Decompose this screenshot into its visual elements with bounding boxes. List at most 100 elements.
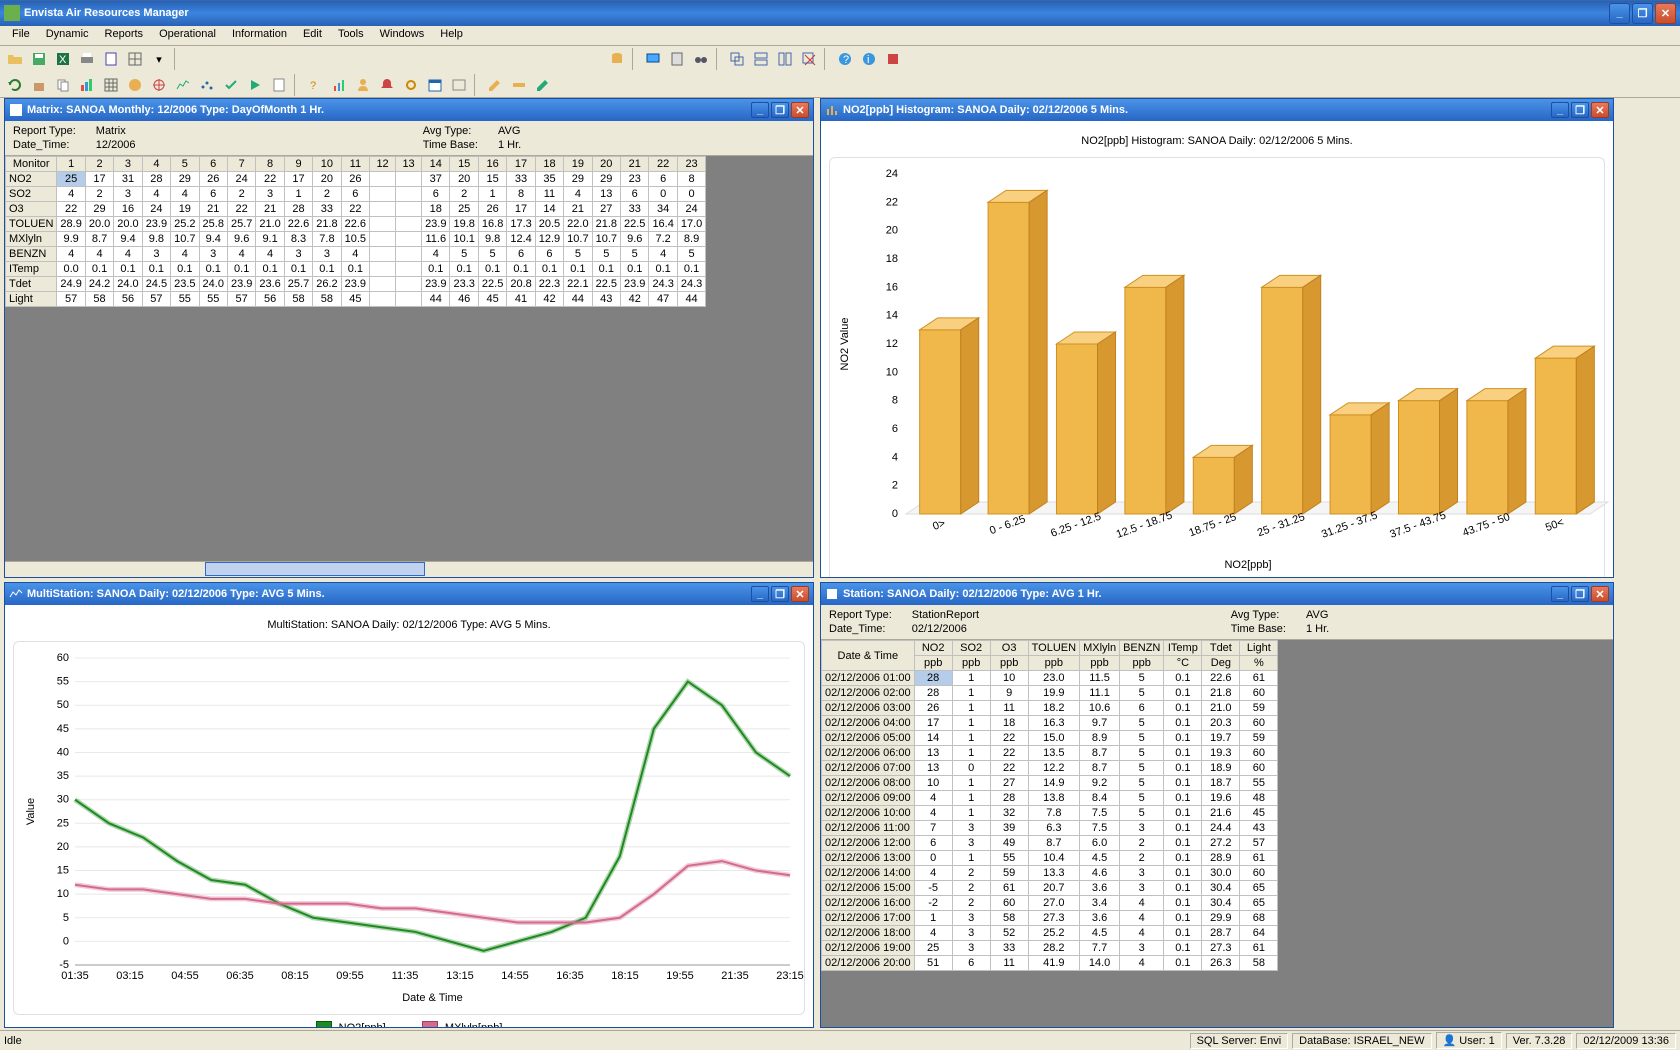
matrix-grid[interactable]: Monitor123456789101112131415161718192021… bbox=[5, 156, 813, 561]
menu-windows[interactable]: Windows bbox=[372, 26, 433, 45]
menu-help[interactable]: Help bbox=[432, 26, 471, 45]
panel-hist-max[interactable]: ❐ bbox=[1571, 102, 1589, 118]
calc-icon[interactable] bbox=[666, 48, 688, 70]
svg-text:23:15: 23:15 bbox=[776, 970, 804, 982]
svg-text:04:55: 04:55 bbox=[171, 970, 199, 982]
gear-icon[interactable] bbox=[400, 74, 422, 96]
exit-icon[interactable] bbox=[882, 48, 904, 70]
station-timebase: 1 Hr. bbox=[1306, 623, 1605, 635]
report-icon[interactable] bbox=[268, 74, 290, 96]
panel-hist-min[interactable]: _ bbox=[1551, 102, 1569, 118]
stats-icon[interactable] bbox=[328, 74, 350, 96]
user-icon[interactable] bbox=[352, 74, 374, 96]
maximize-button[interactable]: ❐ bbox=[1632, 3, 1653, 24]
tileh-icon[interactable] bbox=[750, 48, 772, 70]
panel-matrix-close[interactable]: ✕ bbox=[791, 102, 809, 118]
menu-file[interactable]: File bbox=[4, 26, 38, 45]
chart2-icon[interactable] bbox=[172, 74, 194, 96]
menu-information[interactable]: Information bbox=[224, 26, 295, 45]
copy-icon[interactable] bbox=[52, 74, 74, 96]
panel-multi-min[interactable]: _ bbox=[751, 586, 769, 602]
panel-multi-max[interactable]: ❐ bbox=[771, 586, 789, 602]
excel-icon[interactable]: X bbox=[52, 48, 74, 70]
panel-matrix-min[interactable]: _ bbox=[751, 102, 769, 118]
svg-text:NO2[ppb]: NO2[ppb] bbox=[1224, 559, 1271, 571]
monitor-icon[interactable] bbox=[642, 48, 664, 70]
station-report-type: StationReport bbox=[912, 609, 1211, 621]
status-date: 02/12/2009 13:36 bbox=[1576, 1033, 1676, 1049]
check-icon[interactable] bbox=[220, 74, 242, 96]
panel-hist-title: NO2[ppb] Histogram: SANOA Daily: 02/12/2… bbox=[843, 104, 1128, 116]
panel-station-max[interactable]: ❐ bbox=[1571, 586, 1589, 602]
multi-chart[interactable]: -5051015202530354045505560Value01:3503:1… bbox=[13, 641, 805, 1015]
ruler-icon[interactable] bbox=[508, 74, 530, 96]
close-button[interactable]: ✕ bbox=[1655, 3, 1676, 24]
matrix-icon[interactable] bbox=[100, 74, 122, 96]
panel-station-min[interactable]: _ bbox=[1551, 586, 1569, 602]
svg-text:i: i bbox=[867, 54, 869, 66]
legend-swatch-mxlyln bbox=[422, 1021, 438, 1027]
menu-operational[interactable]: Operational bbox=[151, 26, 224, 45]
svg-text:50: 50 bbox=[57, 699, 69, 711]
info-icon[interactable]: i bbox=[858, 48, 880, 70]
bar-chart-icon[interactable] bbox=[76, 74, 98, 96]
station-date: 02/12/2006 bbox=[912, 623, 1211, 635]
panel-station-title: Station: SANOA Daily: 02/12/2006 Type: A… bbox=[843, 588, 1102, 600]
play-icon[interactable] bbox=[244, 74, 266, 96]
refresh-icon[interactable] bbox=[4, 74, 26, 96]
svg-text:22: 22 bbox=[886, 196, 898, 208]
minimize-button[interactable]: _ bbox=[1609, 3, 1630, 24]
station-icon[interactable] bbox=[28, 74, 50, 96]
user-status-icon: 👤 bbox=[1443, 1035, 1457, 1047]
panel-station-close[interactable]: ✕ bbox=[1591, 586, 1609, 602]
panel-multi-close[interactable]: ✕ bbox=[791, 586, 809, 602]
windrose-icon[interactable] bbox=[148, 74, 170, 96]
print-icon[interactable] bbox=[76, 48, 98, 70]
panel-matrix-max[interactable]: ❐ bbox=[771, 102, 789, 118]
status-idle: Idle bbox=[4, 1035, 22, 1047]
svg-text:8: 8 bbox=[892, 395, 898, 407]
svg-text:08:15: 08:15 bbox=[281, 970, 309, 982]
palette-icon[interactable] bbox=[124, 74, 146, 96]
open-icon[interactable] bbox=[4, 48, 26, 70]
panel-hist-close[interactable]: ✕ bbox=[1591, 102, 1609, 118]
status-db: DataBase: ISRAEL_NEW bbox=[1292, 1033, 1431, 1049]
svg-text:25: 25 bbox=[57, 817, 69, 829]
closeall-icon[interactable] bbox=[798, 48, 820, 70]
menu-reports[interactable]: Reports bbox=[97, 26, 152, 45]
matrix-avg-type-label: Avg Type: bbox=[423, 125, 478, 137]
table-icon[interactable] bbox=[448, 74, 470, 96]
save-icon[interactable] bbox=[28, 48, 50, 70]
panel-station: Station: SANOA Daily: 02/12/2006 Type: A… bbox=[820, 582, 1614, 1028]
matrix-report-type: Matrix bbox=[96, 125, 403, 137]
svg-text:2: 2 bbox=[892, 480, 898, 492]
svg-text:0 - 6.25: 0 - 6.25 bbox=[988, 513, 1027, 537]
pencil-icon[interactable] bbox=[532, 74, 554, 96]
db-icon[interactable] bbox=[606, 48, 628, 70]
edit-icon[interactable] bbox=[484, 74, 506, 96]
calendar-icon[interactable] bbox=[424, 74, 446, 96]
status-sql: SQL Server: Envi bbox=[1190, 1033, 1289, 1049]
query-icon[interactable]: ? bbox=[304, 74, 326, 96]
dropdown-icon[interactable]: ▾ bbox=[148, 48, 170, 70]
svg-text:13:15: 13:15 bbox=[446, 970, 474, 982]
menu-edit[interactable]: Edit bbox=[295, 26, 330, 45]
preview-icon[interactable] bbox=[100, 48, 122, 70]
menu-tools[interactable]: Tools bbox=[330, 26, 372, 45]
station-grid[interactable]: Date & TimeNO2SO2O3TOLUENMXlylnBENZNITem… bbox=[821, 640, 1613, 1027]
svg-text:X: X bbox=[59, 54, 67, 66]
binoculars-icon[interactable] bbox=[690, 48, 712, 70]
panel-matrix: Matrix: SANOA Monthly: 12/2006 Type: Day… bbox=[4, 98, 814, 578]
workspace: Matrix: SANOA Monthly: 12/2006 Type: Day… bbox=[0, 98, 1680, 1030]
svg-text:Value: Value bbox=[25, 798, 37, 825]
hist-chart[interactable]: 024681012141618202224NO2 Value0>0 - 6.25… bbox=[829, 157, 1605, 577]
tilev-icon[interactable] bbox=[774, 48, 796, 70]
menu-dynamic[interactable]: Dynamic bbox=[38, 26, 97, 45]
matrix-hscroll[interactable] bbox=[5, 561, 813, 577]
grid-icon[interactable] bbox=[124, 48, 146, 70]
svg-text:18:15: 18:15 bbox=[611, 970, 639, 982]
help-icon[interactable]: ? bbox=[834, 48, 856, 70]
scatter-icon[interactable] bbox=[196, 74, 218, 96]
bell-icon[interactable] bbox=[376, 74, 398, 96]
cascade-icon[interactable] bbox=[726, 48, 748, 70]
